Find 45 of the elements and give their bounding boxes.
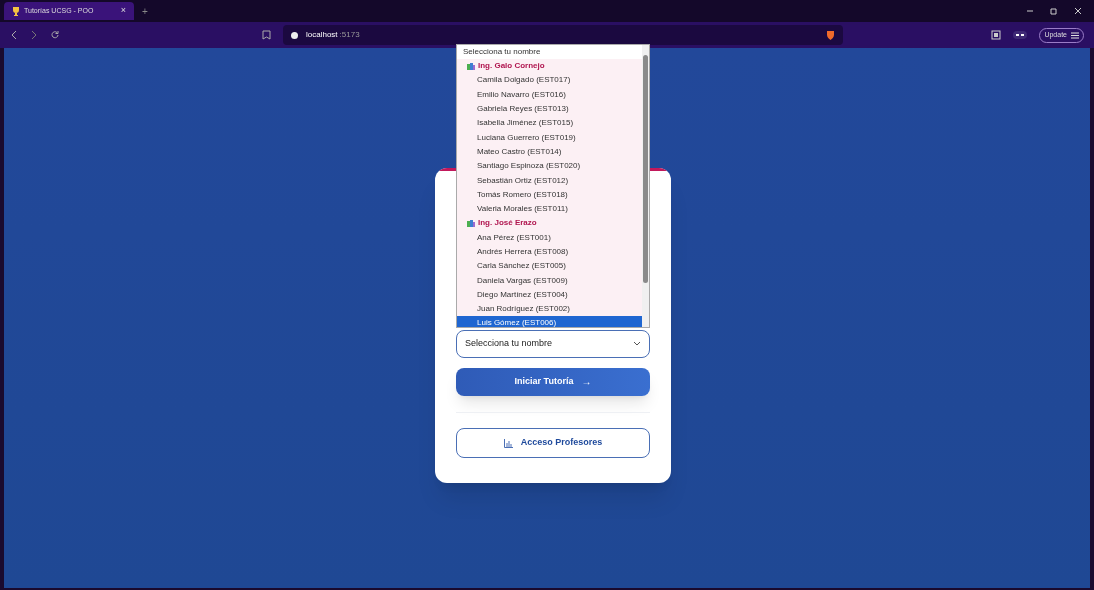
site-info-icon — [291, 31, 298, 39]
dropdown-option[interactable]: Santiago Espinoza (EST020) — [457, 159, 642, 174]
address-bar[interactable]: localhost :5173 — [283, 25, 843, 45]
dropdown-option[interactable]: Tomás Romero (EST018) — [457, 187, 642, 202]
close-icon[interactable] — [1074, 7, 1082, 15]
books-icon — [467, 62, 475, 70]
dropdown-option[interactable]: Luciana Guerrero (EST019) — [457, 130, 642, 145]
chevron-down-icon — [633, 341, 641, 347]
dropdown-option[interactable]: Ana Pérez (EST001) — [457, 230, 642, 245]
url-port: :5173 — [339, 30, 360, 39]
dropdown-option[interactable]: Carla Sánchez (EST005) — [457, 259, 642, 274]
dropdown-option[interactable]: Mateo Castro (EST014) — [457, 144, 642, 160]
teacher-access-button[interactable]: Acceso Profesores — [456, 428, 650, 458]
close-tab-button[interactable]: × — [120, 4, 126, 18]
dropdown-option[interactable]: Sebastián Ortiz (EST012) — [457, 173, 642, 188]
group-label: Ing. José Erazo — [478, 217, 537, 230]
shield-icon[interactable] — [826, 30, 835, 40]
back-icon[interactable] — [10, 30, 18, 40]
scrollbar[interactable] — [642, 45, 649, 327]
new-tab-button[interactable]: + — [142, 3, 148, 19]
bookmark-icon[interactable] — [262, 30, 271, 40]
dropdown-option[interactable]: Camila Dolgado (EST017) — [457, 73, 642, 88]
group-label: Ing. Galo Cornejo — [478, 60, 545, 73]
glasses-icon[interactable] — [1013, 30, 1028, 40]
books-icon — [467, 219, 475, 227]
forward-icon[interactable] — [30, 30, 38, 40]
bar-chart-icon — [503, 438, 513, 448]
menu-icon — [1071, 31, 1079, 39]
reload-icon[interactable] — [50, 30, 60, 40]
minimize-icon[interactable] — [1026, 7, 1034, 15]
dropdown-option[interactable]: Diego Martínez (EST004) — [457, 287, 642, 303]
restore-icon[interactable] — [1050, 7, 1058, 15]
dropdown-option[interactable]: Andrés Herrera (EST008) — [457, 244, 642, 260]
sidebar-icon[interactable] — [991, 30, 1002, 40]
start-tutoring-button[interactable]: Iniciar Tutoría → — [456, 368, 650, 396]
dropdown-option[interactable]: Luis Gómez (EST006) — [457, 316, 642, 327]
trophy-icon — [12, 6, 20, 16]
dropdown-option[interactable]: Gabriela Reyes (EST013) — [457, 101, 642, 117]
dropdown-option[interactable]: Isabella Jiménez (EST015) — [457, 116, 642, 131]
dropdown-option[interactable]: Daniela Vargas (EST009) — [457, 273, 642, 288]
dropdown-option[interactable]: Valeria Morales (EST011) — [457, 201, 642, 217]
name-select[interactable]: Selecciona tu nombre — [456, 330, 650, 358]
url-host: localhost — [306, 30, 338, 39]
dropdown-option[interactable]: Juan Rodríguez (EST002) — [457, 302, 642, 317]
dropdown-option[interactable]: Emilio Navarro (EST016) — [457, 87, 642, 102]
